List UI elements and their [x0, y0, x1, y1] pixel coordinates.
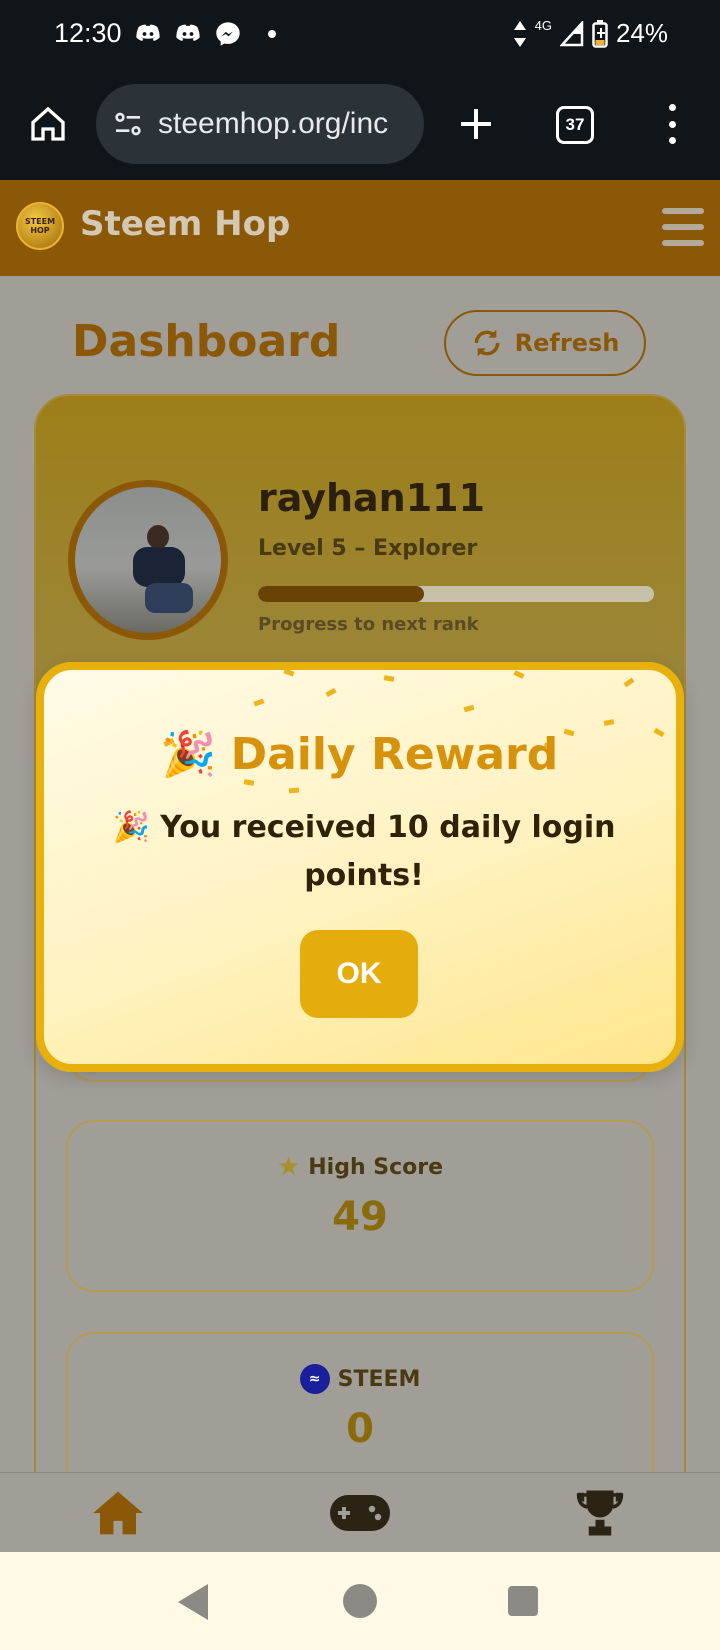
confetti-piece [243, 779, 255, 786]
progress-caption: Progress to next rank [258, 614, 479, 635]
steem-label: STEEM [337, 1366, 421, 1392]
nav-home[interactable] [88, 1487, 148, 1539]
discord-icon [136, 24, 160, 41]
steem-value: 0 [346, 1406, 374, 1452]
steem-label-row: ≈ STEEM [68, 1364, 652, 1394]
dialog-message-block: 🎉 You received 10 daily login points! [104, 804, 624, 900]
system-nav-bar [0, 1552, 720, 1650]
trophy-icon [576, 1490, 624, 1536]
messenger-icon [216, 22, 240, 46]
status-time: 12:30 [54, 18, 122, 48]
battery-percent: 24% [615, 18, 668, 48]
tabs-button[interactable]: 37 [556, 106, 594, 144]
network-type: 4G [534, 18, 552, 33]
home-icon[interactable] [28, 104, 68, 144]
app-title[interactable]: Steem Hop [80, 204, 290, 244]
confetti-piece [283, 670, 295, 677]
daily-reward-dialog: 🎉 Daily Reward 🎉 You received 10 daily l… [36, 662, 684, 1072]
gamepad-icon [330, 1495, 390, 1531]
confetti-piece [513, 670, 525, 679]
status-bar: 12:30 4G 24% [0, 0, 720, 76]
discord-icon [176, 24, 200, 41]
confetti-piece [383, 675, 395, 682]
dialog-title-row: 🎉 Daily Reward [44, 728, 676, 781]
party-popper-icon: 🎉 [161, 729, 217, 780]
url-text: steemhop.org/inc [158, 107, 389, 140]
plus-icon[interactable] [456, 104, 496, 144]
back-icon[interactable] [178, 1584, 208, 1620]
level-text: Level 5 – Explorer [258, 536, 478, 561]
more-vert-icon[interactable] [664, 104, 680, 144]
dialog-title: Daily Reward [230, 728, 559, 780]
app-header: STEEM HOP Steem Hop [0, 180, 720, 276]
high-score-value: 49 [332, 1194, 388, 1240]
star-icon: ★ [276, 1152, 301, 1182]
bottom-nav [0, 1472, 720, 1552]
confetti-piece [253, 698, 265, 707]
rank-progress-bar [258, 586, 654, 602]
page-title: Dashboard [72, 316, 341, 367]
username: rayhan111 [258, 476, 486, 520]
dialog-message: You received 10 daily login points! [160, 810, 616, 893]
system-home-icon[interactable] [343, 1584, 377, 1618]
high-score-card: ★ High Score 49 [66, 1120, 654, 1292]
data-arrows-icon [513, 20, 526, 47]
tune-icon[interactable] [112, 108, 144, 140]
hamburger-menu-icon[interactable] [662, 208, 704, 256]
refresh-icon [474, 329, 500, 357]
high-score-label-row: ★ High Score [68, 1152, 652, 1182]
confetti-piece [288, 787, 300, 794]
confetti-piece [623, 677, 635, 688]
party-popper-icon: 🎉 [112, 810, 150, 845]
notification-icons [134, 20, 276, 48]
app-logo[interactable]: STEEM HOP [16, 202, 64, 250]
confetti-piece [603, 719, 615, 726]
nav-games[interactable] [330, 1487, 390, 1539]
high-score-label: High Score [308, 1154, 444, 1180]
confetti-piece [325, 687, 337, 698]
avatar[interactable] [68, 480, 228, 640]
nav-leaderboard[interactable] [570, 1487, 630, 1539]
recents-icon[interactable] [508, 1586, 538, 1616]
confetti-piece [463, 704, 475, 713]
address-bar[interactable]: steemhop.org/inc [96, 84, 424, 164]
browser-toolbar: steemhop.org/inc 37 [0, 76, 720, 180]
battery-icon [592, 19, 608, 48]
system-status: 4G 24% [513, 18, 668, 49]
rank-progress-fill [258, 586, 425, 602]
signal-icon [559, 20, 584, 46]
more-notifications-dot [268, 30, 276, 38]
ok-button[interactable]: OK [300, 930, 418, 1018]
home-icon [93, 1491, 143, 1535]
refresh-label: Refresh [514, 329, 620, 357]
steem-icon: ≈ [299, 1364, 330, 1394]
refresh-button[interactable]: Refresh [444, 310, 646, 376]
steem-balance-card: ≈ STEEM 0 [66, 1332, 654, 1472]
